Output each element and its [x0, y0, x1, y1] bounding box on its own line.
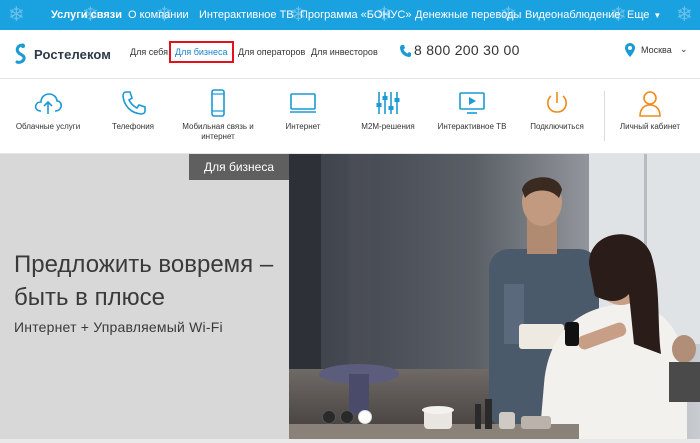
topnav-item-video-surveillance[interactable]: Видеонаблюдение — [525, 0, 620, 30]
logo-mark-icon — [15, 43, 26, 64]
service-telephony[interactable]: Телефония — [98, 79, 168, 153]
service-internet[interactable]: Интернет — [268, 79, 338, 153]
slider-dot[interactable] — [322, 410, 336, 424]
service-label: Телефония — [112, 122, 154, 131]
topnav-item-bonus-program[interactable]: Программа «БОНУС» — [300, 0, 411, 30]
topnav-more-menu[interactable]: Еще ▼ — [627, 0, 661, 30]
tv-play-icon — [459, 92, 485, 114]
hero-category-tag: Для бизнеса — [189, 154, 289, 180]
service-label: Личный кабинет — [619, 122, 681, 131]
chevron-down-icon[interactable]: ⌄ — [680, 44, 688, 55]
personal-account-link[interactable]: Личный кабинет — [612, 79, 688, 153]
slider-dot[interactable] — [340, 410, 354, 424]
services-bar: Облачные услуги Телефония Мобильная связ… — [0, 79, 700, 153]
hero-text-panel: Предложить вовремя – быть в плюсе Интерн… — [0, 154, 289, 443]
power-icon — [547, 92, 567, 113]
service-label: Интернет — [285, 122, 321, 131]
rostelecom-logo[interactable]: Ростелеком — [14, 41, 111, 67]
cloud-upload-icon — [34, 93, 63, 114]
hero-title-line: быть в плюсе — [14, 284, 165, 311]
city-selector[interactable]: Москва — [641, 45, 672, 55]
topnav-more-label: Еще — [627, 9, 650, 21]
user-icon — [639, 91, 661, 117]
service-label: Подключиться — [530, 122, 584, 131]
topnav-item-company[interactable]: О компании — [128, 0, 189, 30]
mobile-phone-icon — [211, 89, 225, 117]
slider-dot-active[interactable] — [358, 410, 372, 424]
page-bottom-divider — [0, 439, 700, 443]
topnav-item-interactive-tv[interactable]: Интерактивное ТВ — [199, 0, 294, 30]
logo-text: Ростелеком — [34, 46, 111, 62]
hero-title-line: Предложить вовремя – — [14, 251, 274, 278]
segment-investors[interactable]: Для инвесторов — [311, 44, 378, 60]
service-cloud[interactable]: Облачные услуги — [10, 79, 86, 153]
hotline-phone-number[interactable]: 8 800 200 30 00 — [414, 42, 520, 58]
service-interactive-tv[interactable]: Интерактивное ТВ — [432, 79, 512, 153]
services-divider — [604, 91, 605, 141]
top-nav-bar: ❄ ❄ ❄ ❄ ❄ ❄ ❄ ❄ Услуги связи О компании … — [0, 0, 700, 30]
hero-subtitle: Интернет + Управляемый Wi-Fi — [14, 319, 223, 335]
topnav-item-services[interactable]: Услуги связи — [51, 0, 122, 30]
service-label: Облачные услуги — [15, 122, 81, 131]
chevron-down-icon: ▼ — [653, 11, 662, 20]
hero-banner[interactable]: Предложить вовремя – быть в плюсе Интерн… — [0, 154, 700, 443]
phone-handset-icon — [122, 91, 146, 115]
site-header: Ростелеком Для себя Для бизнеса Для опер… — [0, 30, 700, 78]
topnav-item-money-transfers[interactable]: Денежные переводы — [415, 0, 521, 30]
snowflake-decoration-icon: ❄ — [676, 4, 693, 26]
location-pin-icon — [625, 43, 635, 57]
phone-icon — [400, 45, 411, 57]
segment-operators[interactable]: Для операторов — [238, 44, 305, 60]
hero-photo-cafe-people — [289, 154, 700, 443]
monitor-icon — [290, 93, 316, 113]
sliders-icon — [376, 92, 400, 114]
hero-title: Предложить вовремя – быть в плюсе — [14, 248, 273, 314]
segment-personal[interactable]: Для себя — [130, 44, 168, 60]
service-mobile[interactable]: Мобильная связь и интернет — [176, 79, 260, 153]
service-label: Мобильная связь и интернет — [182, 122, 254, 141]
snowflake-decoration-icon: ❄ — [8, 4, 25, 26]
segment-business[interactable]: Для бизнеса — [169, 41, 234, 63]
service-connect[interactable]: Подключиться — [522, 79, 592, 153]
service-m2m[interactable]: M2M-решения — [350, 79, 426, 153]
service-label: M2M-решения — [361, 122, 415, 131]
service-label: Интерактивное ТВ — [437, 122, 507, 131]
